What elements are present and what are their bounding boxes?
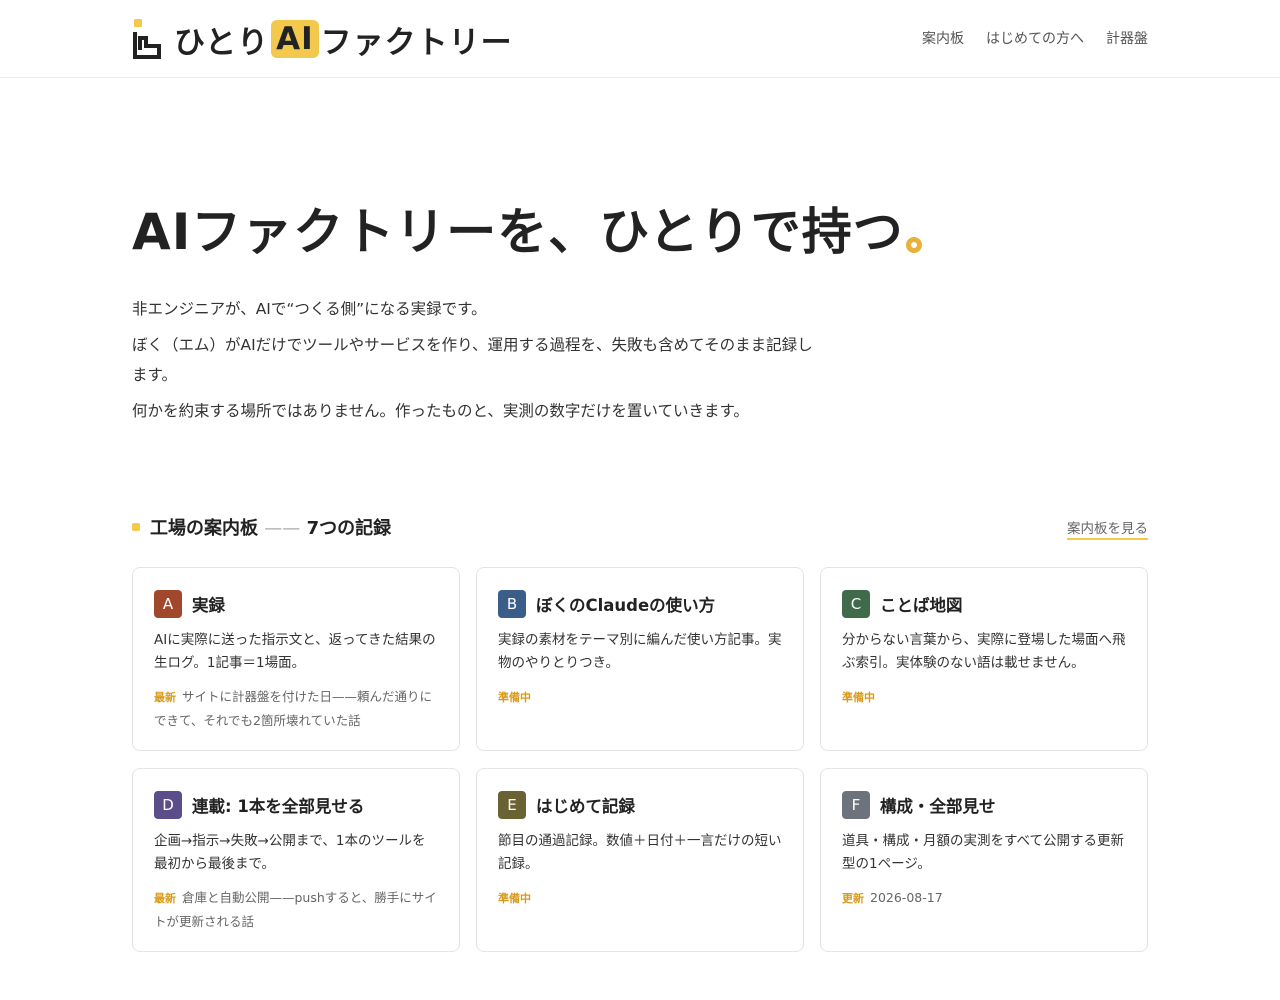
- card-meta: 最新 サイトに計器盤を付けた日——頼んだ通りにできて、それでも2箇所壊れていた話: [154, 685, 438, 732]
- card-meta: 準備中: [842, 685, 1126, 709]
- logo-text-after: ファクトリー: [320, 24, 513, 61]
- logo-mark-icon: [133, 19, 161, 59]
- section-title-dash: ——: [264, 518, 301, 539]
- card-tag: 準備中: [498, 892, 531, 905]
- nav-link-beginners[interactable]: はじめての方へ: [986, 28, 1084, 48]
- card-header: B ぼくのClaudeの使い方: [498, 590, 782, 618]
- nav-link-board[interactable]: 案内板: [922, 28, 964, 48]
- card-tag: 準備中: [842, 691, 875, 704]
- card-letter-badge: C: [842, 590, 870, 618]
- card-description: 節目の通過記録。数値＋日付＋一言だけの短い記録。: [498, 833, 782, 872]
- card-description: 道具・構成・月額の実測をすべて公開する更新型の1ページ。: [842, 833, 1125, 872]
- section-title: 工場の案内板 —— 7つの記録: [150, 514, 391, 540]
- card-header: D 連載: 1本を全部見せる: [154, 791, 438, 819]
- card-letter-badge: A: [154, 590, 182, 618]
- card-e[interactable]: E はじめて記録 節目の通過記録。数値＋日付＋一言だけの短い記録。 準備中: [476, 768, 804, 952]
- section-bullet-icon: [132, 523, 140, 531]
- card-description: 分からない言葉から、実際に登場した場面へ飛ぶ索引。実体験のない語は載せません。: [842, 632, 1126, 671]
- card-letter-badge: F: [842, 791, 870, 819]
- card-meta: 更新 2026-08-17: [842, 886, 1126, 910]
- card-updated-date: 2026-08-17: [870, 890, 943, 905]
- card-title: ことば地図: [880, 596, 963, 615]
- card-header: C ことば地図: [842, 590, 1126, 618]
- card-header: F 構成・全部見せ: [842, 791, 1126, 819]
- card-tag: 最新: [154, 892, 176, 905]
- nav-link-dashboard[interactable]: 計器盤: [1106, 28, 1148, 48]
- intro-paragraph-3: 何かを約束する場所ではありません。作ったものと、実測の数字だけを置いていきます。: [132, 402, 749, 420]
- card-letter-badge: E: [498, 791, 526, 819]
- site-header: ひとり AI ファクトリー 案内板 はじめての方へ 計器盤: [0, 0, 1280, 78]
- card-tag: 準備中: [498, 691, 531, 704]
- card-title: 連載: 1本を全部見せる: [192, 797, 365, 816]
- hero-title: AIファクトリーを、ひとりで持つ: [132, 192, 922, 264]
- card-title: 構成・全部見せ: [880, 797, 996, 816]
- site-logo[interactable]: ひとり AI ファクトリー: [132, 17, 513, 62]
- card-title: はじめて記録: [536, 797, 635, 816]
- hero-period-dot-icon: [905, 237, 922, 253]
- card-latest-link[interactable]: 倉庫と自動公開——pushすると、勝手にサイトが更新される話: [154, 890, 437, 929]
- card-header: E はじめて記録: [498, 791, 782, 819]
- intro-text: 非エンジニアが、AIで“つくる側”になる実録です。 ぼく（エム）がAIだけでツー…: [132, 294, 822, 432]
- card-description: 実録の素材をテーマ別に編んだ使い方記事。実物のやりとりつき。: [498, 632, 782, 671]
- card-grid: A 実録 AIに実際に送った指示文と、返ってきた結果の生ログ。1記事＝1場面。 …: [132, 567, 1148, 952]
- intro-paragraph-1: 非エンジニアが、AIで“つくる側”になる実録です。: [132, 300, 487, 318]
- hero-title-text: AIファクトリーを、ひとりで持つ: [132, 203, 904, 261]
- card-title: ぼくのClaudeの使い方: [536, 596, 716, 615]
- card-d[interactable]: D 連載: 1本を全部見せる 企画→指示→失敗→公開まで、1本のツールを最初から…: [132, 768, 460, 952]
- card-title: 実録: [192, 596, 225, 615]
- card-latest-link[interactable]: サイトに計器盤を付けた日——頼んだ通りにできて、それでも2箇所壊れていた話: [154, 689, 432, 728]
- card-meta: 準備中: [498, 886, 782, 910]
- card-meta: 最新 倉庫と自動公開——pushすると、勝手にサイトが更新される話: [154, 886, 438, 933]
- card-b[interactable]: B ぼくのClaudeの使い方 実録の素材をテーマ別に編んだ使い方記事。実物のや…: [476, 567, 804, 751]
- card-header: A 実録: [154, 590, 438, 618]
- card-f[interactable]: F 構成・全部見せ 道具・構成・月額の実測をすべて公開する更新型の1ページ。 更…: [820, 768, 1148, 952]
- card-a[interactable]: A 実録 AIに実際に送った指示文と、返ってきた結果の生ログ。1記事＝1場面。 …: [132, 567, 460, 751]
- section-title-main: 工場の案内板: [150, 518, 258, 539]
- section-title-sub: 7つの記録: [306, 518, 392, 539]
- main-nav: 案内板 はじめての方へ 計器盤: [922, 28, 1148, 48]
- logo-ai-badge: AI: [271, 20, 319, 58]
- card-c[interactable]: C ことば地図 分からない言葉から、実際に登場した場面へ飛ぶ索引。実体験のない語…: [820, 567, 1148, 751]
- card-tag: 最新: [154, 691, 176, 704]
- view-board-link[interactable]: 案内板を見る: [1067, 517, 1148, 540]
- card-letter-badge: B: [498, 590, 526, 618]
- card-meta: 準備中: [498, 685, 782, 709]
- logo-text-before: ひとり: [174, 24, 270, 61]
- card-description: AIに実際に送った指示文と、返ってきた結果の生ログ。1記事＝1場面。: [154, 632, 436, 671]
- intro-paragraph-2: ぼく（エム）がAIだけでツールやサービスを作り、運用する過程を、失敗も含めてその…: [132, 336, 813, 384]
- logo-text: ひとり AI ファクトリー: [174, 17, 513, 62]
- card-description: 企画→指示→失敗→公開まで、1本のツールを最初から最後まで。: [154, 833, 426, 872]
- card-letter-badge: D: [154, 791, 182, 819]
- section-header: 工場の案内板 —— 7つの記録 案内板を見る: [132, 514, 1148, 540]
- card-tag: 更新: [842, 892, 864, 905]
